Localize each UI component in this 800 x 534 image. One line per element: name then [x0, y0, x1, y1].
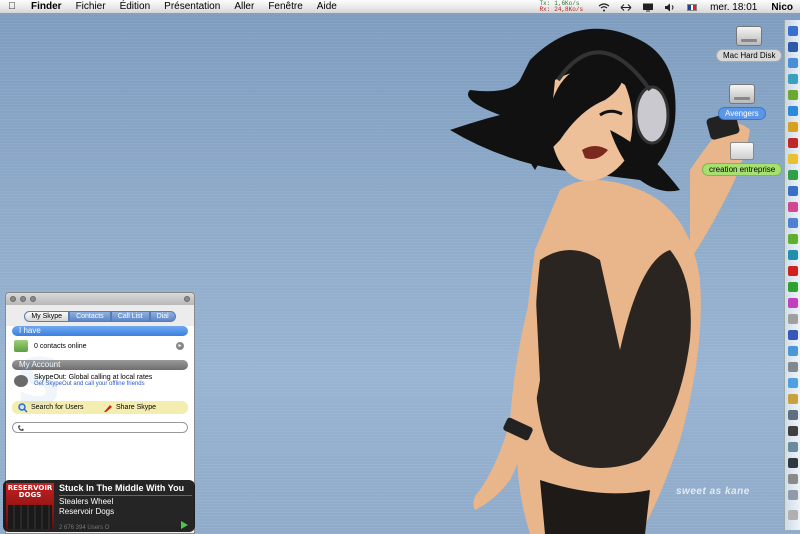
desktop-icon-mac-hard-disk[interactable]: Mac Hard Disk — [716, 26, 783, 62]
net-rx-label: Rx: — [539, 6, 551, 13]
dock-app-icon[interactable] — [788, 490, 798, 500]
display-icon[interactable] — [641, 2, 655, 12]
track-title: Stuck In The Middle With You — [59, 483, 192, 496]
desktop-icon-label: Mac Hard Disk — [716, 49, 783, 62]
desktop-icon-avengers[interactable]: Avengers — [718, 84, 766, 120]
track-artist: Stealers Wheel — [59, 497, 114, 506]
tab-dial[interactable]: Dial — [149, 311, 176, 322]
dock-app-icon[interactable] — [788, 378, 798, 388]
skype-titlebar[interactable] — [6, 293, 194, 305]
skypeout-row[interactable]: SkypeOut: Global calling at local rates … — [6, 370, 194, 391]
menu-finder[interactable]: Finder — [24, 0, 69, 14]
menu-aide[interactable]: Aide — [310, 0, 344, 14]
album-art: RESERVOIR DOGS — [6, 483, 54, 529]
tab-my-skype[interactable]: My Skype — [24, 311, 70, 322]
dock-app-icon[interactable] — [788, 122, 798, 132]
dock-app-icon[interactable] — [788, 394, 798, 404]
net-rx-value: 24,8Ko/s — [554, 6, 584, 13]
menubar-clock[interactable]: mer. 18:01 — [703, 2, 764, 13]
menu-extras: Tx: 1,6Ko/s Rx: 24,8Ko/s mer. 18:01 Nico — [539, 0, 800, 14]
toolbar-toggle-button[interactable] — [184, 296, 190, 302]
dock-app-icon[interactable] — [788, 202, 798, 212]
tab-call-list[interactable]: Call List — [110, 311, 150, 322]
menu-presentation[interactable]: Présentation — [157, 0, 227, 14]
desktop-icon-creation-entreprise[interactable]: creation entreprise — [702, 142, 783, 176]
contacts-online-text: 0 contacts online — [34, 342, 87, 350]
dock-app-icon[interactable] — [788, 298, 798, 308]
album-art-title: RESERVOIR DOGS — [7, 484, 53, 499]
tab-contacts[interactable]: Contacts — [69, 311, 111, 322]
volume-icon[interactable] — [663, 2, 677, 12]
track-album: Reservoir Dogs — [59, 507, 115, 516]
dock-app-icon[interactable] — [788, 250, 798, 260]
dock-app-icon[interactable] — [788, 138, 798, 148]
desktop-icon-label: Avengers — [718, 107, 766, 120]
input-menu-flag-icon[interactable] — [687, 3, 698, 11]
minimize-button[interactable] — [20, 296, 26, 302]
arrow-right-icon[interactable]: ▸ — [176, 342, 184, 350]
network-monitor[interactable]: Tx: 1,6Ko/s Rx: 24,8Ko/s — [539, 1, 583, 13]
menu-aller[interactable]: Aller — [227, 0, 261, 14]
dock-app-icon[interactable] — [788, 362, 798, 372]
skypeout-link[interactable]: Get SkypeOut and call your offline frien… — [34, 381, 152, 387]
share-skype-button[interactable]: Share Skype — [103, 403, 182, 413]
dock-app-icon[interactable] — [788, 90, 798, 100]
dock-app-icon[interactable] — [788, 330, 798, 340]
track-info: Stuck In The Middle With You Stealers Wh… — [59, 483, 192, 531]
hard-disk-icon — [736, 26, 763, 46]
dock-app-icon[interactable] — [788, 106, 798, 116]
menu-edition[interactable]: Édition — [113, 0, 158, 14]
document-icon — [730, 142, 755, 160]
skype-call-input[interactable] — [12, 422, 188, 433]
now-playing-notification[interactable]: RESERVOIR DOGS Stuck In The Middle With … — [3, 480, 195, 532]
dock-app-icon[interactable] — [788, 186, 798, 196]
share-icon — [104, 404, 112, 412]
menu-bar:  Finder Fichier Édition Présentation Al… — [0, 0, 800, 14]
dock-app-icon[interactable] — [788, 458, 798, 468]
dock-app-icon[interactable] — [788, 346, 798, 356]
dock-app-icon[interactable] — [788, 410, 798, 420]
dock-app-icon[interactable] — [788, 442, 798, 452]
airport-icon[interactable] — [597, 2, 611, 12]
trash-icon[interactable] — [788, 510, 798, 520]
dock-app-icon[interactable] — [788, 282, 798, 292]
phone-icon — [18, 424, 24, 431]
disk-image-icon — [728, 84, 755, 104]
dock-app-icon[interactable] — [788, 266, 798, 276]
dock-app-icon[interactable] — [788, 234, 798, 244]
dock-app-icon[interactable] — [788, 154, 798, 164]
skype-tabs: My Skype Contacts Call List Dial — [6, 311, 194, 322]
menu-fichier[interactable]: Fichier — [69, 0, 113, 14]
skypeout-phone-icon — [14, 374, 28, 387]
skypeout-title: SkypeOut: Global calling at local rates — [34, 374, 153, 381]
wallpaper-watermark: sweet as kane — [676, 486, 750, 497]
share-skype-label: Share Skype — [116, 404, 157, 411]
desktop-icon-label: creation entreprise — [702, 163, 783, 176]
contacts-icon — [14, 340, 28, 352]
fast-user-switch[interactable]: Nico — [764, 2, 800, 13]
play-icon[interactable] — [181, 521, 188, 529]
contacts-online-row[interactable]: 0 contacts online ▸ — [6, 336, 194, 356]
skype-users-online-partial: 2 676 394 Users O — [59, 525, 110, 531]
sync-icon[interactable] — [619, 2, 633, 12]
dock-app-icon[interactable] — [788, 474, 798, 484]
menu-fenetre[interactable]: Fenêtre — [261, 0, 309, 14]
dock-app-icon[interactable] — [788, 314, 798, 324]
dock-app-icon[interactable] — [788, 42, 798, 52]
dock-app-icon[interactable] — [788, 170, 798, 180]
dock-app-icon[interactable] — [788, 218, 798, 228]
dock-app-icon[interactable] — [788, 58, 798, 68]
dock-app-icon[interactable] — [788, 426, 798, 436]
dock-app-icon[interactable] — [788, 74, 798, 84]
dock-app-icon[interactable] — [788, 26, 798, 36]
apple-icon[interactable]:  — [0, 1, 24, 12]
zoom-button[interactable] — [30, 296, 36, 302]
dock — [784, 20, 800, 530]
close-button[interactable] — [10, 296, 16, 302]
section-i-have: I have — [12, 326, 188, 336]
